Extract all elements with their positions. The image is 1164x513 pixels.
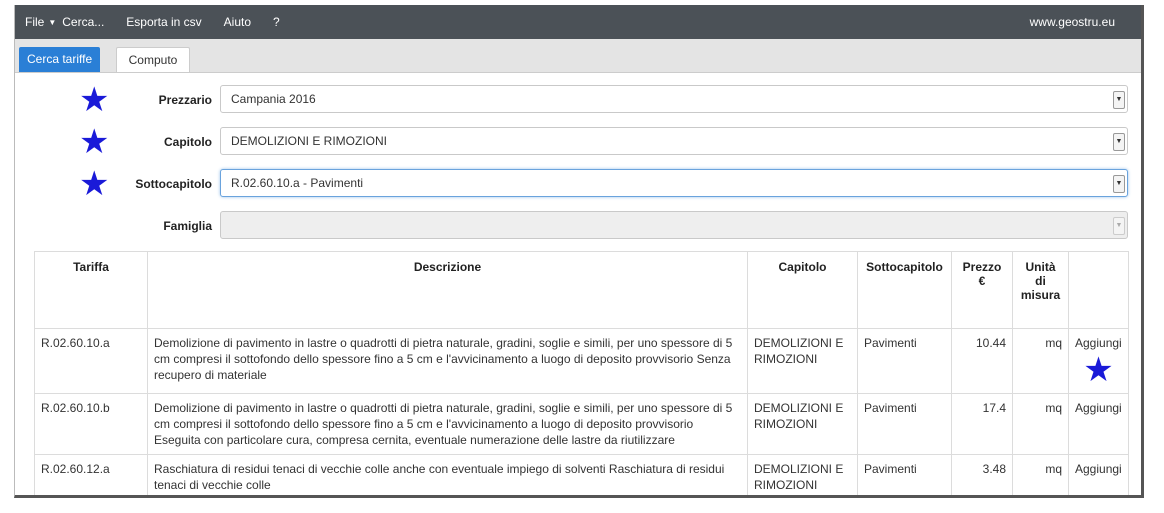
header-tariffa[interactable]: Tariffa xyxy=(34,251,148,329)
chevron-down-icon: ▼ xyxy=(1113,217,1125,235)
chevron-down-icon: ▼ xyxy=(1113,133,1125,151)
star-icon: ★ xyxy=(1083,351,1114,389)
table-row: R.02.60.12.a Raschiatura di residui tena… xyxy=(34,454,1129,495)
cell-tariffa: R.02.60.10.b xyxy=(34,393,148,455)
table-row: R.02.60.10.b Demolizione di pavimento in… xyxy=(34,393,1129,455)
sottocapitolo-row: ★ Sottocapitolo R.02.60.10.a - Pavimenti… xyxy=(15,165,1141,203)
file-menu[interactable]: File ▼ Cerca... xyxy=(25,15,104,29)
header-action xyxy=(1068,251,1129,329)
star-icon: ★ xyxy=(79,123,110,161)
cell-unita: mq xyxy=(1012,328,1069,394)
header-prezzo[interactable]: Prezzo € xyxy=(951,251,1013,329)
cell-sottocapitolo: Pavimenti xyxy=(857,328,952,394)
results-table: Tariffa Descrizione Capitolo Sottocapito… xyxy=(34,251,1129,495)
cell-sottocapitolo: Pavimenti xyxy=(857,393,952,455)
sottocapitolo-label: Sottocapitolo xyxy=(135,177,212,191)
cell-tariffa: R.02.60.10.a xyxy=(34,328,148,394)
cell-unita: mq xyxy=(1012,393,1069,455)
help-link[interactable]: Aiuto xyxy=(224,15,251,29)
header-unita[interactable]: Unità di misura xyxy=(1012,251,1069,329)
cell-capitolo: DEMOLIZIONI E RIMOZIONI xyxy=(747,454,858,495)
header-descrizione[interactable]: Descrizione xyxy=(147,251,748,329)
cell-prezzo: 10.44 xyxy=(951,328,1013,394)
cell-descrizione: Demolizione di pavimento in lastre o qua… xyxy=(147,393,748,455)
capitolo-row: ★ Capitolo DEMOLIZIONI E RIMOZIONI ▼ xyxy=(15,123,1141,161)
chevron-down-icon: ▼ xyxy=(1113,175,1125,193)
cell-action: Aggiungi ★ xyxy=(1068,328,1129,394)
cell-action: Aggiungi xyxy=(1068,393,1129,455)
star-icon: ★ xyxy=(79,165,110,203)
tab-cerca-tariffe[interactable]: Cerca tariffe xyxy=(19,47,101,72)
prezzario-select[interactable]: Campania 2016 ▼ xyxy=(220,85,1128,113)
chevron-down-icon: ▼ xyxy=(1113,91,1125,109)
sottocapitolo-select[interactable]: R.02.60.10.a - Pavimenti ▼ xyxy=(220,169,1128,197)
star-icon: ★ xyxy=(79,81,110,119)
caret-down-icon: ▼ xyxy=(48,17,57,27)
prezzario-value: Campania 2016 xyxy=(231,92,316,106)
file-menu-label: File xyxy=(25,15,45,29)
about-link[interactable]: ? xyxy=(273,15,280,29)
cell-prezzo: 17.4 xyxy=(951,393,1013,455)
prezzario-row: ★ Prezzario Campania 2016 ▼ xyxy=(15,81,1141,119)
search-menu-label[interactable]: Cerca... xyxy=(62,15,104,29)
table-row: R.02.60.10.a Demolizione di pavimento in… xyxy=(34,328,1129,394)
cell-descrizione: Demolizione di pavimento in lastre o qua… xyxy=(147,328,748,394)
cell-capitolo: DEMOLIZIONI E RIMOZIONI xyxy=(747,393,858,455)
cell-unita: mq xyxy=(1012,454,1069,495)
cell-capitolo: DEMOLIZIONI E RIMOZIONI xyxy=(747,328,858,394)
cell-prezzo: 3.48 xyxy=(951,454,1013,495)
cell-sottocapitolo: Pavimenti xyxy=(857,454,952,495)
prezzario-label: Prezzario xyxy=(158,93,212,107)
cell-descrizione: Raschiatura di residui tenaci di vecchie… xyxy=(147,454,748,495)
aggiungi-button[interactable]: Aggiungi xyxy=(1075,336,1122,350)
table-header-row: Tariffa Descrizione Capitolo Sottocapito… xyxy=(34,251,1129,329)
famiglia-row: Famiglia ▼ xyxy=(15,211,1141,241)
capitolo-value: DEMOLIZIONI E RIMOZIONI xyxy=(231,134,388,148)
capitolo-label: Capitolo xyxy=(164,135,212,149)
aggiungi-button[interactable]: Aggiungi xyxy=(1075,401,1122,415)
site-link[interactable]: www.geostru.eu xyxy=(1030,5,1115,39)
cell-tariffa: R.02.60.12.a xyxy=(34,454,148,495)
top-navbar: File ▼ Cerca... Esporta in csv Aiuto ? w… xyxy=(15,5,1141,39)
famiglia-label: Famiglia xyxy=(163,219,212,233)
capitolo-select[interactable]: DEMOLIZIONI E RIMOZIONI ▼ xyxy=(220,127,1128,155)
app-window: File ▼ Cerca... Esporta in csv Aiuto ? w… xyxy=(14,5,1144,498)
header-capitolo[interactable]: Capitolo xyxy=(747,251,858,329)
sottocapitolo-value: R.02.60.10.a - Pavimenti xyxy=(231,176,364,190)
tab-bar: Cerca tariffe Computo xyxy=(15,39,1141,73)
export-csv-link[interactable]: Esporta in csv xyxy=(126,15,201,29)
famiglia-select: ▼ xyxy=(220,211,1128,239)
aggiungi-button[interactable]: Aggiungi xyxy=(1075,462,1122,476)
cell-action: Aggiungi xyxy=(1068,454,1129,495)
tab-computo[interactable]: Computo xyxy=(116,47,190,72)
header-sottocapitolo[interactable]: Sottocapitolo xyxy=(857,251,952,329)
